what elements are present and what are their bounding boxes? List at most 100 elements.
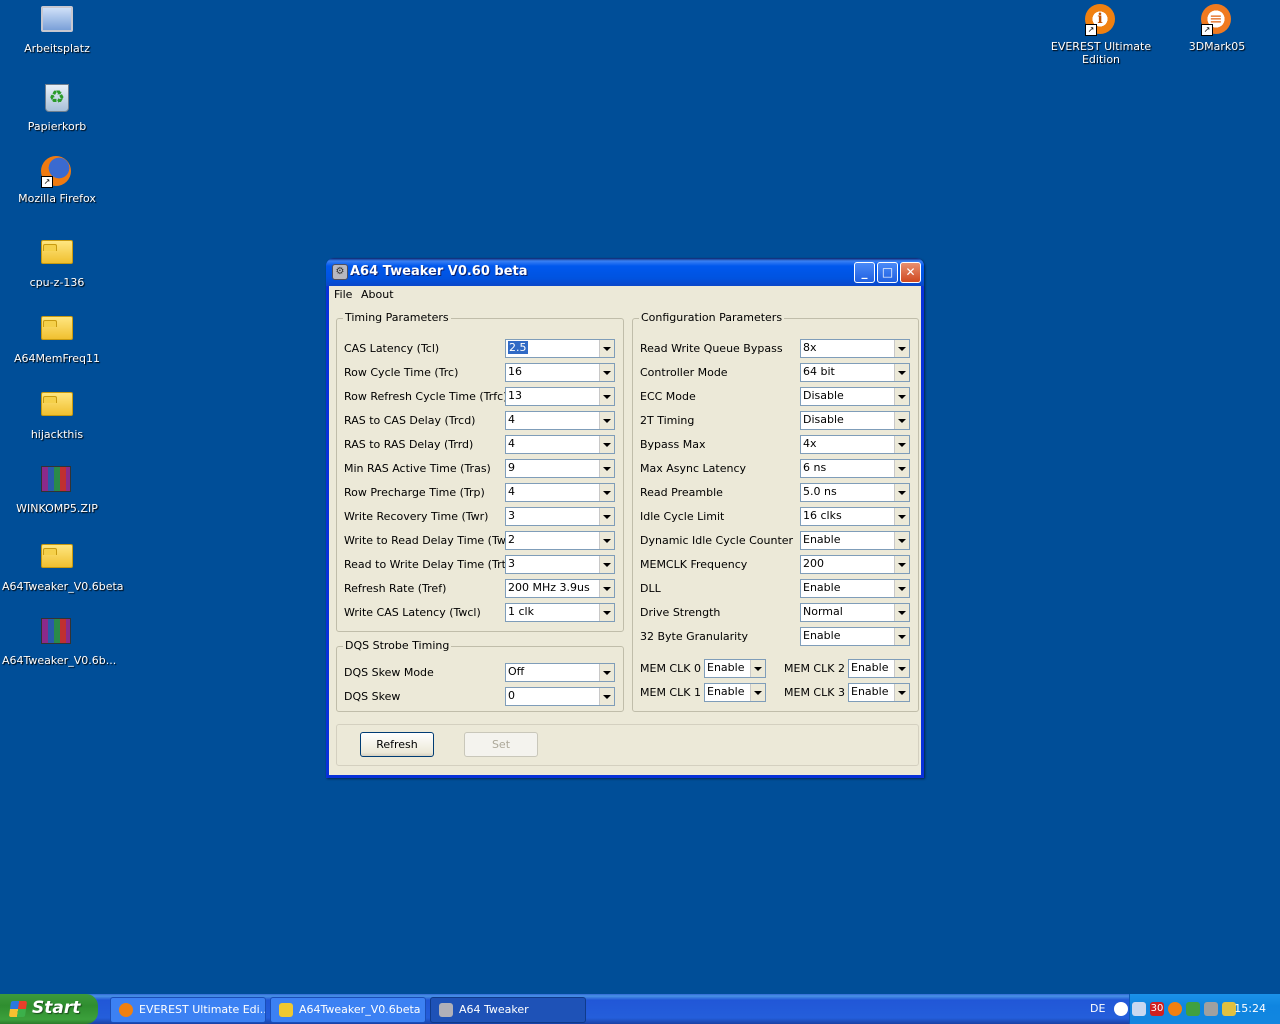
start-button[interactable]: Start — [0, 994, 98, 1024]
menu-about[interactable]: About — [361, 288, 394, 301]
dropdown-arrow-icon[interactable] — [894, 388, 909, 405]
desktop-icon-arbeitsplatz[interactable]: Arbeitsplatz — [2, 4, 112, 55]
set-button[interactable]: Set — [464, 732, 538, 757]
timing-select[interactable]: 3 — [505, 507, 615, 526]
dropdown-arrow-icon[interactable] — [894, 460, 909, 477]
config-select[interactable]: 16 clks — [800, 507, 910, 526]
calendar-badge-icon[interactable]: 30 — [1150, 1002, 1164, 1016]
security-icon[interactable] — [1186, 1002, 1200, 1016]
dropdown-arrow-icon[interactable] — [894, 604, 909, 621]
desktop-icon-firefox[interactable]: ↗ Mozilla Firefox — [2, 156, 112, 205]
desktop-icon-everest[interactable]: i ↗ EVEREST Ultimate Edition — [1046, 4, 1156, 66]
desktop-icon-a64tweaker-folder[interactable]: A64Tweaker_V0.6beta — [2, 536, 124, 593]
close-button[interactable]: ✕ — [900, 262, 921, 283]
dropdown-arrow-icon[interactable] — [894, 556, 909, 573]
dropdown-arrow-icon[interactable] — [599, 508, 614, 525]
dropdown-arrow-icon[interactable] — [599, 412, 614, 429]
dropdown-arrow-icon[interactable] — [894, 580, 909, 597]
dropdown-arrow-icon[interactable] — [750, 660, 765, 677]
menu-file[interactable]: File — [334, 288, 352, 301]
maximize-button[interactable]: □ — [877, 262, 898, 283]
timing-select[interactable]: 2 — [505, 531, 615, 550]
desktop-icon-hijackthis[interactable]: hijackthis — [2, 384, 112, 441]
memclk-select[interactable]: Enable — [704, 683, 766, 702]
desktop-icon-cpu-z[interactable]: cpu-z-136 — [2, 232, 112, 289]
timing-select[interactable]: 200 MHz 3.9us — [505, 579, 615, 598]
timing-select[interactable]: 13 — [505, 387, 615, 406]
dropdown-arrow-icon[interactable] — [599, 532, 614, 549]
config-select[interactable]: 200 — [800, 555, 910, 574]
minimize-button[interactable]: _ — [854, 262, 875, 283]
task-a64-tweaker[interactable]: A64 Tweaker — [430, 997, 586, 1023]
dqs-select[interactable]: Off — [505, 663, 615, 682]
dropdown-arrow-icon[interactable] — [599, 556, 614, 573]
dropdown-arrow-icon[interactable] — [599, 580, 614, 597]
memclk-select[interactable]: Enable — [704, 659, 766, 678]
timing-select[interactable]: 9 — [505, 459, 615, 478]
memclk-select[interactable]: Enable — [848, 683, 910, 702]
config-select[interactable]: 4x — [800, 435, 910, 454]
everest-tray-icon[interactable] — [1168, 1002, 1182, 1016]
timing-select[interactable]: 4 — [505, 435, 615, 454]
timing-select[interactable]: 2.5 — [505, 339, 615, 358]
desktop-icon-papierkorb[interactable]: ♻ Papierkorb — [2, 80, 112, 133]
timing-select[interactable]: 3 — [505, 555, 615, 574]
task-a64tweaker-folder[interactable]: A64Tweaker_V0.6beta — [270, 997, 426, 1023]
task-everest[interactable]: EVEREST Ultimate Edi... — [110, 997, 266, 1023]
dropdown-arrow-icon[interactable] — [599, 688, 614, 705]
desktop-icon-winkomp5[interactable]: WINKOMP5.ZIP — [2, 460, 112, 515]
config-select[interactable]: 8x — [800, 339, 910, 358]
dropdown-arrow-icon[interactable] — [894, 340, 909, 357]
dropdown-arrow-icon[interactable] — [894, 660, 909, 677]
config-select[interactable]: Normal — [800, 603, 910, 622]
timing-parameters-group: Timing Parameters CAS Latency (Tcl) 2.5 Ro… — [336, 311, 624, 632]
dropdown-arrow-icon[interactable] — [599, 460, 614, 477]
config-select[interactable]: Disable — [800, 387, 910, 406]
desktop-icon-3dmark[interactable]: ≡ ↗ 3DMark05 — [1162, 4, 1272, 53]
config-select[interactable]: Enable — [800, 531, 910, 550]
dropdown-arrow-icon[interactable] — [599, 604, 614, 621]
dropdown-arrow-icon[interactable] — [894, 532, 909, 549]
config-select[interactable]: 6 ns — [800, 459, 910, 478]
network-icon[interactable] — [1132, 1002, 1146, 1016]
dropdown-arrow-icon[interactable] — [894, 364, 909, 381]
language-indicator[interactable]: DE — [1090, 1002, 1105, 1015]
folder-icon — [279, 1003, 293, 1017]
dropdown-arrow-icon[interactable] — [894, 508, 909, 525]
config-select[interactable]: Disable — [800, 411, 910, 430]
desktop-icon-a64tweaker-zip[interactable]: A64Tweaker_V0.6b... — [2, 612, 116, 667]
dropdown-arrow-icon[interactable] — [599, 340, 614, 357]
combo-value: 0 — [508, 689, 515, 702]
dropdown-arrow-icon[interactable] — [599, 388, 614, 405]
dropdown-arrow-icon[interactable] — [894, 684, 909, 701]
timing-label: Write to Read Delay Time (Twtr) — [344, 534, 519, 547]
dropdown-arrow-icon[interactable] — [894, 436, 909, 453]
expand-tray-icon[interactable] — [1114, 1002, 1128, 1016]
dropdown-arrow-icon[interactable] — [894, 412, 909, 429]
timing-select[interactable]: 4 — [505, 411, 615, 430]
dropdown-arrow-icon[interactable] — [599, 484, 614, 501]
desktop-icon-a64memfreq[interactable]: A64MemFreq11 — [2, 308, 112, 365]
volume-icon[interactable] — [1204, 1002, 1218, 1016]
dropdown-arrow-icon[interactable] — [750, 684, 765, 701]
dropdown-arrow-icon[interactable] — [599, 364, 614, 381]
combo-value: 64 bit — [803, 365, 835, 378]
config-select[interactable]: 5.0 ns — [800, 483, 910, 502]
timing-select[interactable]: 4 — [505, 483, 615, 502]
refresh-button[interactable]: Refresh — [360, 732, 434, 757]
title-bar[interactable]: ⚙ A64 Tweaker V0.60 beta _ □ ✕ — [326, 258, 924, 286]
dropdown-arrow-icon[interactable] — [599, 664, 614, 681]
config-select[interactable]: Enable — [800, 579, 910, 598]
dropdown-arrow-icon[interactable] — [599, 436, 614, 453]
dropdown-arrow-icon[interactable] — [894, 628, 909, 645]
memclk-select[interactable]: Enable — [848, 659, 910, 678]
timing-select[interactable]: 1 clk — [505, 603, 615, 622]
dqs-strobe-group: DQS Strobe Timing DQS Skew Mode Off DQS Sk… — [336, 639, 624, 712]
timing-select[interactable]: 16 — [505, 363, 615, 382]
config-select[interactable]: 64 bit — [800, 363, 910, 382]
3dmark-icon: ≡ ↗ — [1201, 4, 1233, 36]
dqs-select[interactable]: 0 — [505, 687, 615, 706]
config-select[interactable]: Enable — [800, 627, 910, 646]
dropdown-arrow-icon[interactable] — [894, 484, 909, 501]
combo-value: 16 — [508, 365, 522, 378]
